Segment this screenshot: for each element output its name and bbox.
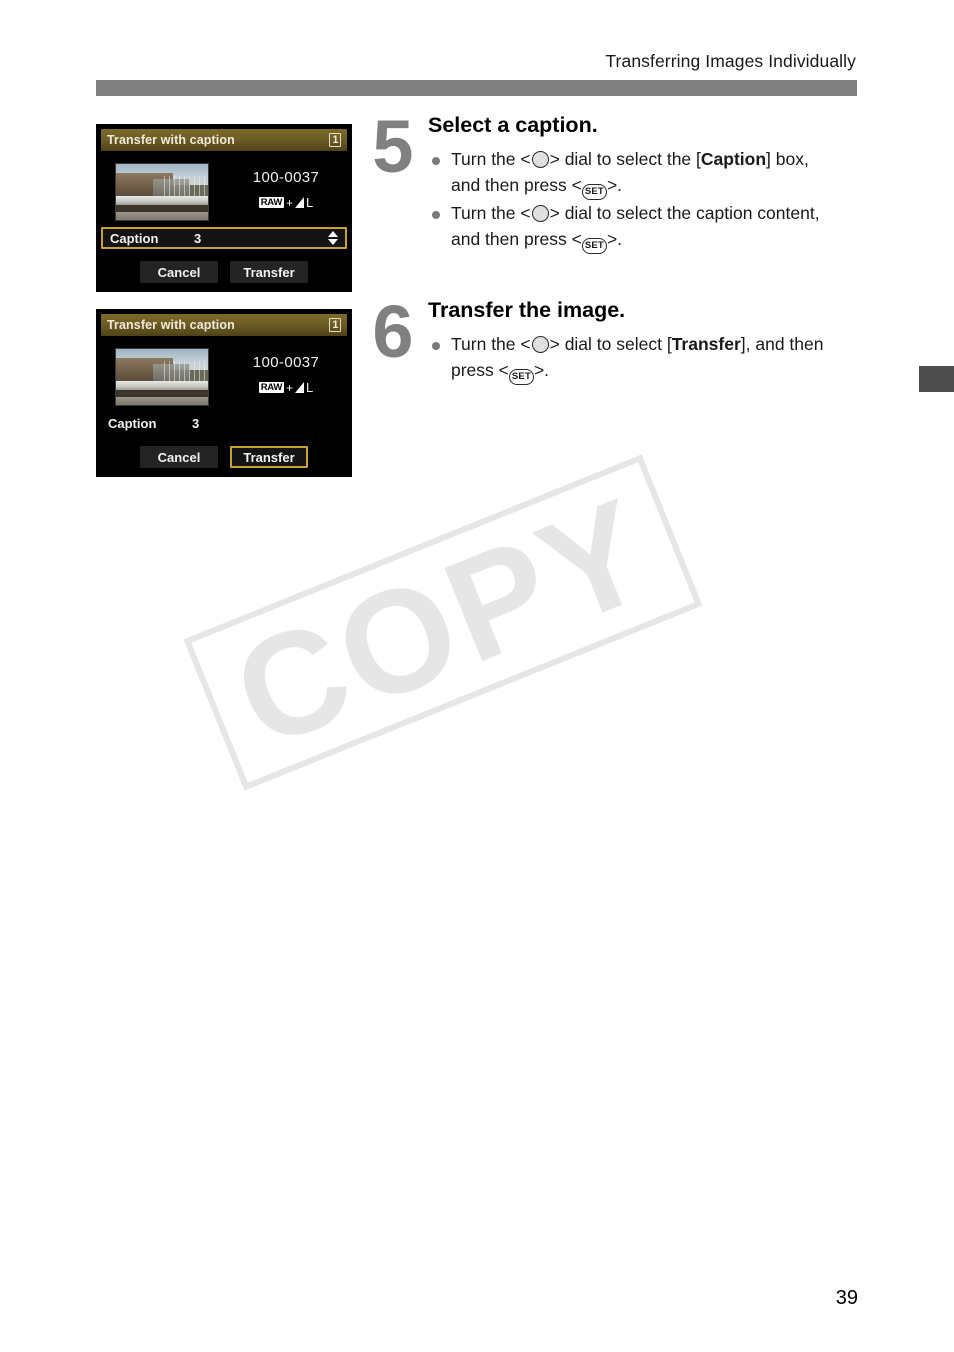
screen1-transfer-button[interactable]: Transfer — [230, 261, 308, 283]
screen2-title-text: Transfer with caption — [107, 318, 235, 332]
page-number: 39 — [835, 1287, 858, 1309]
bullet-line2-pre: press < — [451, 359, 509, 380]
set-button-icon: SET — [581, 237, 607, 254]
card-slot-badge-icon: 1 — [329, 133, 341, 147]
screen2-caption-value: 3 — [192, 415, 200, 431]
bullet-dot-icon — [432, 341, 440, 350]
step-6-body: Transfer the image. Turn the < > dial to … — [428, 298, 888, 386]
screen1-caption-value: 3 — [194, 230, 202, 246]
bullet-text-part-1: Turn the < — [451, 202, 531, 223]
raw-quality-icon: RAW — [258, 197, 284, 208]
screen2-button-row: Cancel Transfer — [101, 446, 347, 468]
bullet-text-part-2: > dial to select the caption content, — [549, 202, 820, 223]
bullet-text-part-2: > dial to select the [ — [549, 148, 701, 169]
screen1-button-row: Cancel Transfer — [101, 261, 347, 283]
bullet-text-part-3: ] box, — [766, 148, 809, 169]
step-5-bullet-2: Turn the < > dial to select the caption c… — [428, 201, 888, 254]
screen1-caption-row[interactable]: Caption 3 — [101, 227, 347, 249]
screen2-title-bar: Transfer with caption 1 — [101, 314, 347, 336]
bullet-dot-icon — [432, 156, 440, 165]
main-dial-icon — [531, 204, 549, 222]
camera-screen-transfer-with-caption-step5: Transfer with caption 1 100-0037 RAW + L… — [96, 124, 352, 292]
screen1-title-bar: Transfer with caption 1 — [101, 129, 347, 151]
screen1-title-text: Transfer with caption — [107, 133, 235, 147]
thumbnail-boat-masts — [163, 361, 207, 384]
chevron-down-icon — [327, 239, 338, 245]
copy-watermark-text: COPY — [213, 465, 673, 779]
step-5-number: 5 — [372, 105, 413, 188]
bullet-line2-post: >. — [606, 174, 623, 195]
card-slot-badge-icon: 1 — [329, 318, 341, 332]
raw-quality-icon: RAW — [258, 382, 284, 393]
screen1-file-number: 100-0037 — [252, 169, 320, 186]
set-button-icon: SET — [508, 368, 534, 385]
main-dial-icon — [531, 150, 549, 168]
chevron-up-icon — [327, 231, 338, 237]
quality-plus-sign: + — [286, 380, 294, 395]
step-6-bullet-list: Turn the < > dial to select [Transfer], a… — [428, 332, 888, 385]
copy-watermark: COPY — [183, 454, 703, 791]
jpeg-size-label: L — [306, 380, 314, 395]
bullet-text-part-1: Turn the < — [451, 148, 531, 169]
step-6-title: Transfer the image. — [428, 298, 626, 322]
large-fine-jpeg-icon — [295, 382, 305, 393]
step-6-bullet-1: Turn the < > dial to select [Transfer], a… — [428, 332, 888, 385]
quality-plus-sign: + — [286, 195, 294, 210]
step-5-bullet-1: Turn the < > dial to select the [Caption]… — [428, 147, 888, 200]
bullet-line2-pre: and then press < — [451, 174, 582, 195]
screen1-image-thumbnail — [115, 163, 209, 221]
thumbnail-boat-masts — [163, 176, 207, 199]
screen2-cancel-button[interactable]: Cancel — [140, 446, 218, 468]
step-5-bullet-list: Turn the < > dial to select the [Caption]… — [428, 147, 888, 254]
bullet-bold-term: Caption — [700, 148, 767, 169]
screen2-caption-row[interactable]: Caption 3 — [101, 412, 347, 434]
bullet-text-part-1: Turn the < — [451, 333, 531, 354]
screen1-image-quality: RAW + L — [227, 195, 345, 210]
bullet-line2-post: >. — [606, 228, 623, 249]
thumbnail-foreground — [116, 211, 208, 220]
step-5-body: Select a caption. Turn the < > dial to se… — [428, 113, 888, 255]
bullet-line2-post: >. — [533, 359, 550, 380]
header-rule — [96, 80, 857, 96]
screen2-transfer-button[interactable]: Transfer — [230, 446, 308, 468]
set-button-icon: SET — [581, 183, 607, 200]
screen2-caption-label: Caption — [108, 415, 157, 431]
screen1-caption-label: Caption — [110, 230, 159, 246]
screen2-file-number: 100-0037 — [252, 354, 320, 371]
main-dial-icon — [531, 335, 549, 353]
bullet-text-part-3: ], and then — [740, 333, 824, 354]
screen2-image-quality: RAW + L — [227, 380, 345, 395]
step-6-number: 6 — [372, 290, 413, 373]
bullet-bold-term: Transfer — [671, 333, 741, 354]
bullet-dot-icon — [432, 210, 440, 219]
running-header: Transferring Images Individually — [605, 51, 856, 71]
screen1-cancel-button[interactable]: Cancel — [140, 261, 218, 283]
caption-stepper-icon[interactable] — [327, 231, 338, 245]
camera-screen-transfer-with-caption-step6: Transfer with caption 1 100-0037 RAW + L… — [96, 309, 352, 477]
bullet-text-part-2: > dial to select [ — [549, 333, 672, 354]
step-5-title: Select a caption. — [428, 113, 598, 137]
jpeg-size-label: L — [306, 195, 314, 210]
large-fine-jpeg-icon — [295, 197, 305, 208]
chapter-tab-marker — [919, 366, 954, 392]
thumbnail-foreground — [116, 396, 208, 405]
bullet-line2-pre: and then press < — [451, 228, 582, 249]
screen2-image-thumbnail — [115, 348, 209, 406]
